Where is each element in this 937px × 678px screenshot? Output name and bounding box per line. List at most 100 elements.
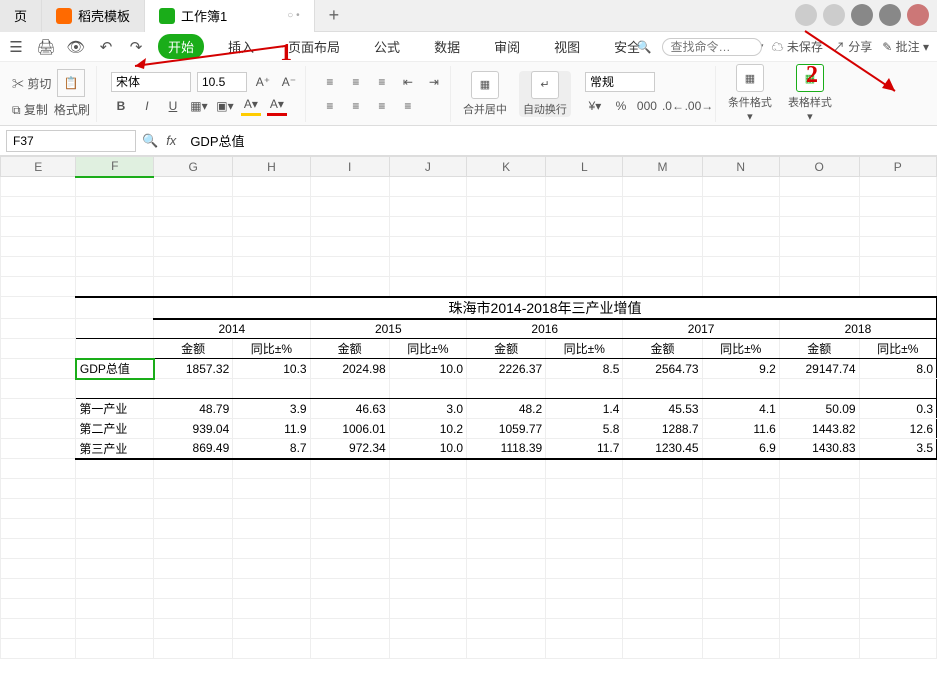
data-cell[interactable]: 4.1	[702, 399, 779, 419]
cell[interactable]	[154, 539, 233, 559]
data-cell[interactable]: 5.8	[546, 419, 623, 439]
row-label[interactable]: 第一产业	[76, 399, 154, 419]
data-cell[interactable]: 972.34	[310, 439, 389, 459]
merge-center-button[interactable]: ▦合并居中	[459, 71, 511, 117]
cell[interactable]	[1, 639, 76, 659]
cell[interactable]	[702, 519, 779, 539]
cell[interactable]	[154, 619, 233, 639]
cell[interactable]	[779, 257, 859, 277]
currency-icon[interactable]: ¥▾	[585, 96, 605, 116]
cell[interactable]	[233, 277, 310, 297]
cell[interactable]	[76, 619, 154, 639]
data-cell[interactable]: 12.6	[859, 419, 936, 439]
share-button[interactable]: ↗ 分享	[833, 38, 872, 55]
cell[interactable]	[779, 519, 859, 539]
cell[interactable]	[1, 177, 76, 197]
cell[interactable]	[623, 177, 702, 197]
cell[interactable]	[702, 217, 779, 237]
cell[interactable]	[546, 539, 623, 559]
cell[interactable]	[233, 519, 310, 539]
cell[interactable]	[154, 197, 233, 217]
cell[interactable]	[1, 579, 76, 599]
cell[interactable]	[310, 237, 389, 257]
cell[interactable]	[389, 579, 466, 599]
cell[interactable]	[779, 479, 859, 499]
cell[interactable]	[779, 639, 859, 659]
highlight-icon[interactable]: A▾	[241, 96, 261, 116]
align-bottom-icon[interactable]: ≡	[372, 72, 392, 92]
menu-review[interactable]: 审阅	[484, 34, 530, 59]
data-cell[interactable]: 46.63	[310, 399, 389, 419]
cell[interactable]	[76, 499, 154, 519]
data-cell[interactable]: 1059.77	[467, 419, 546, 439]
cell[interactable]	[76, 579, 154, 599]
border-icon[interactable]: ▦▾	[189, 96, 209, 116]
cell[interactable]	[546, 639, 623, 659]
cell[interactable]	[1, 197, 76, 217]
cell[interactable]	[233, 479, 310, 499]
cell[interactable]	[546, 459, 623, 479]
cell[interactable]	[546, 619, 623, 639]
cell[interactable]	[623, 539, 702, 559]
row-label[interactable]: 第三产业	[76, 439, 154, 459]
increase-font-icon[interactable]: A⁺	[253, 72, 273, 92]
cell[interactable]	[623, 257, 702, 277]
data-cell[interactable]: 10.0	[389, 439, 466, 459]
cell[interactable]	[546, 559, 623, 579]
cell[interactable]	[702, 619, 779, 639]
preview-icon[interactable]: 👁	[66, 37, 86, 57]
data-cell[interactable]: 10.0	[389, 359, 466, 379]
data-cell[interactable]: 1288.7	[623, 419, 702, 439]
cell[interactable]	[546, 599, 623, 619]
cell[interactable]	[233, 459, 310, 479]
comma-icon[interactable]: 000	[637, 96, 657, 116]
cell[interactable]	[779, 277, 859, 297]
data-cell[interactable]: 9.2	[702, 359, 779, 379]
cell[interactable]	[859, 479, 936, 499]
menu-data[interactable]: 数据	[424, 34, 470, 59]
cell[interactable]	[233, 217, 310, 237]
cell[interactable]	[1, 619, 76, 639]
cell[interactable]	[1, 277, 76, 297]
cell[interactable]	[779, 499, 859, 519]
data-cell[interactable]: 8.7	[233, 439, 310, 459]
cell[interactable]	[76, 197, 154, 217]
tab-workbook1[interactable]: 工作簿1 ○ •	[145, 0, 315, 32]
cell[interactable]	[702, 499, 779, 519]
cell[interactable]	[623, 579, 702, 599]
conditional-format-button[interactable]: ▦条件格式▾	[724, 64, 776, 123]
cell[interactable]	[1, 519, 76, 539]
cell[interactable]	[76, 539, 154, 559]
cell[interactable]	[310, 499, 389, 519]
cell[interactable]	[546, 197, 623, 217]
cell[interactable]	[1, 499, 76, 519]
tab-add-button[interactable]: +	[315, 5, 354, 26]
cell[interactable]	[702, 459, 779, 479]
cell[interactable]	[389, 519, 466, 539]
cell[interactable]	[467, 639, 546, 659]
percent-icon[interactable]: %	[611, 96, 631, 116]
cell[interactable]	[76, 217, 154, 237]
cell[interactable]	[779, 237, 859, 257]
italic-icon[interactable]: I	[137, 96, 157, 116]
zoom-icon[interactable]: 🔍	[142, 133, 158, 149]
cell[interactable]	[623, 519, 702, 539]
data-cell[interactable]: 3.0	[389, 399, 466, 419]
cell[interactable]	[76, 277, 154, 297]
cell[interactable]	[702, 539, 779, 559]
cell[interactable]	[76, 639, 154, 659]
cell[interactable]	[76, 237, 154, 257]
cell[interactable]	[623, 237, 702, 257]
cell[interactable]	[623, 197, 702, 217]
data-cell[interactable]: 1230.45	[623, 439, 702, 459]
cell[interactable]	[1, 217, 76, 237]
cell[interactable]	[389, 459, 466, 479]
cell[interactable]	[233, 639, 310, 659]
cell[interactable]	[859, 619, 936, 639]
cell[interactable]	[154, 277, 233, 297]
row-label[interactable]: 第二产业	[76, 419, 154, 439]
cell[interactable]	[310, 519, 389, 539]
cell[interactable]	[546, 177, 623, 197]
cell[interactable]	[154, 559, 233, 579]
col-header-O[interactable]: O	[779, 157, 859, 177]
